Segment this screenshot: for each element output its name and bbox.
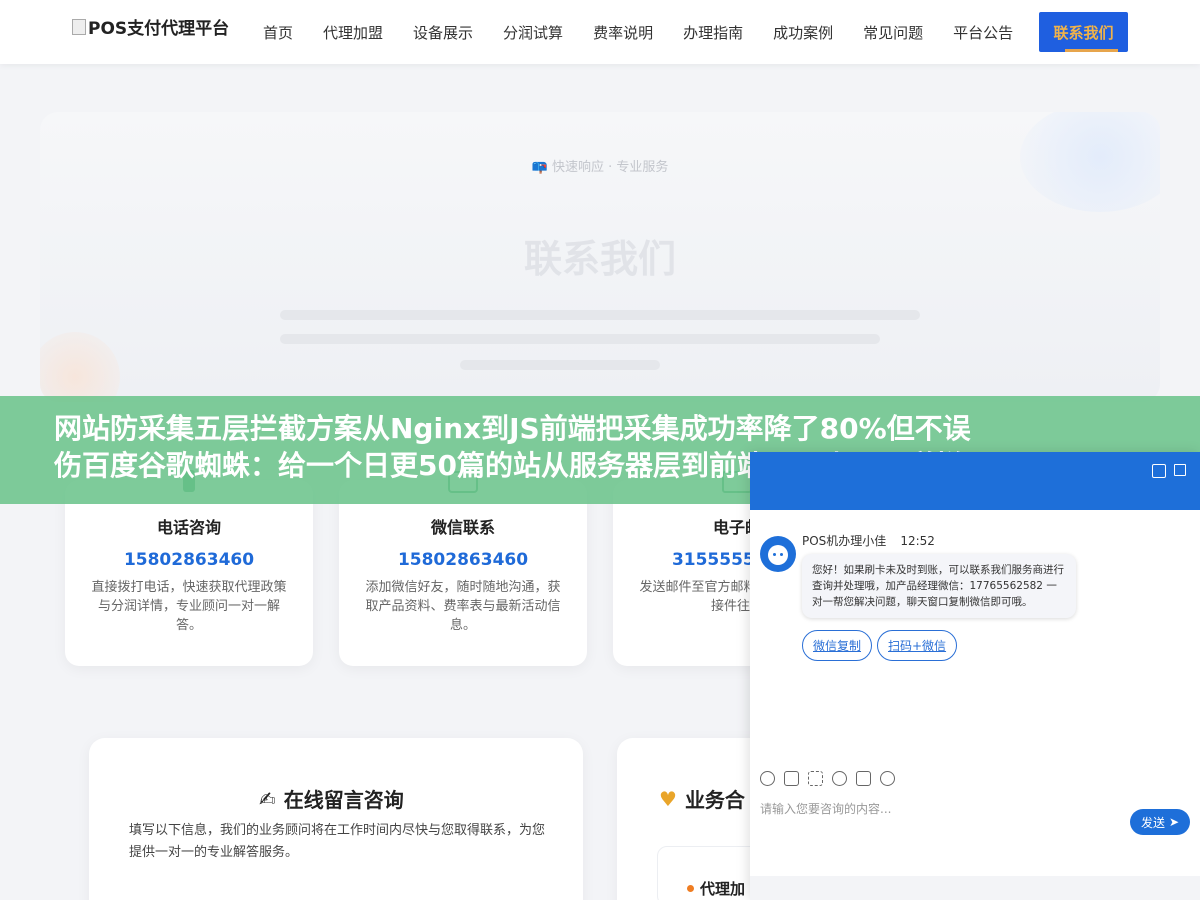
chat-widget: POS机办理小佳 12:52 您好！如果刷卡未及时到账，可以联系我们服务商进行查询… [750, 452, 1200, 900]
scan-wechat-button[interactable]: 扫码+微信 [877, 630, 958, 661]
contact-us-button[interactable]: 联系我们 [1039, 12, 1128, 52]
avatar-eye [780, 553, 783, 556]
send-button[interactable]: 发送 ➤ [1130, 809, 1190, 835]
card-desc: 添加微信好友，随时随地沟通，获取产品资料、费率表与最新活动信息。 [365, 580, 561, 633]
site-logo[interactable]: POS支付代理平台 [72, 14, 229, 39]
chat-input[interactable] [760, 797, 1120, 821]
card-desc: 直接拨打电话，快速获取代理政策与分润详情，专业顾问一对一解答。 [91, 580, 287, 633]
nav-item-guide[interactable]: 办理指南 [668, 22, 758, 43]
image-icon[interactable] [784, 771, 799, 786]
chat-toolbar [760, 771, 895, 786]
hero-subtitle-line [280, 310, 920, 320]
nav-item-agent[interactable]: 代理加盟 [308, 22, 398, 43]
contact-card-wechat: 微信联系 15802863460 添加微信好友，随时随地沟通，获取产品资料、费率… [339, 471, 587, 666]
chat-agent-name: POS机办理小佳 12:52 [802, 532, 935, 549]
wechat-number[interactable]: 15802863460 [339, 550, 587, 570]
avatar-eye [773, 553, 776, 556]
message-time: 12:52 [900, 534, 935, 548]
nav-item-faq[interactable]: 常见问题 [848, 22, 938, 43]
emoji-icon[interactable] [760, 771, 775, 786]
maximize-icon[interactable] [1174, 464, 1186, 476]
mailbox-icon: 📪 [531, 160, 548, 175]
business-sub-label: 代理加 [687, 878, 745, 899]
main-nav: 首页 代理加盟 设备展示 分润试算 费率说明 办理指南 成功案例 常见问题 平台… [248, 0, 1028, 64]
site-header: POS支付代理平台 首页 代理加盟 设备展示 分润试算 费率说明 办理指南 成功… [0, 0, 1200, 64]
message-panel-desc: 填写以下信息，我们的业务顾问将在工作时间内尽快与您取得联系，为您提供一对一的专业… [129, 823, 546, 860]
chat-header [750, 452, 1200, 510]
business-sub-text: 代理加 [700, 880, 746, 898]
send-label: 发送 [1140, 815, 1165, 830]
nav-item-rates[interactable]: 费率说明 [578, 22, 668, 43]
nav-item-profit-calc[interactable]: 分润试算 [488, 22, 578, 43]
message-panel-title: ✍ 在线留言咨询 [259, 784, 404, 813]
hero-tag: 📪 快速响应 · 专业服务 [40, 156, 1160, 175]
nav-item-devices[interactable]: 设备展示 [398, 22, 488, 43]
message-title-text: 在线留言咨询 [283, 788, 404, 812]
nav-item-notice[interactable]: 平台公告 [938, 22, 1028, 43]
phone-number[interactable]: 15802863460 [65, 550, 313, 570]
business-title-text: 业务合 [684, 788, 745, 812]
handshake-icon: ♥ [659, 786, 677, 811]
send-arrow-icon: ➤ [1168, 815, 1180, 829]
chat-footer [750, 876, 1200, 900]
banner-title-line-1: 网站防采集五层拦截方案从Nginx到JS前端把采集成功率降了80%但不误 [54, 412, 971, 445]
nav-item-cases[interactable]: 成功案例 [758, 22, 848, 43]
writing-hand-icon: ✍ [259, 786, 276, 811]
chat-message-bubble: 您好！如果刷卡未及时到账，可以联系我们服务商进行查询并处理哦，加产品经理微信：1… [802, 554, 1076, 618]
bullet-icon [687, 885, 694, 892]
contact-card-phone: 电话咨询 15802863460 直接拨打电话，快速获取代理政策与分润详情，专业… [65, 470, 313, 666]
agent-name-text: POS机办理小佳 [802, 534, 887, 548]
business-panel-title: ♥ 业务合 [659, 784, 745, 813]
hero-tag-text: 快速响应 · 专业服务 [551, 160, 669, 175]
history-icon[interactable] [880, 771, 895, 786]
mute-icon[interactable] [856, 771, 871, 786]
copy-wechat-button[interactable]: 微信复制 [802, 630, 873, 661]
decorative-blob [40, 332, 120, 402]
card-title: 电话咨询 [156, 518, 221, 537]
minimize-icon[interactable] [1152, 464, 1166, 478]
message-panel: ✍ 在线留言咨询 填写以下信息，我们的业务顾问将在工作时间内尽快与您取得联系，为… [89, 738, 583, 900]
hero-subtitle-line [460, 360, 660, 370]
hero-section: 📪 快速响应 · 专业服务 联系我们 [40, 112, 1160, 402]
nav-item-home[interactable]: 首页 [248, 22, 308, 43]
screenshot-icon[interactable] [808, 771, 823, 786]
avatar-face [768, 545, 788, 565]
broken-image-icon [72, 18, 86, 35]
agent-avatar [760, 536, 796, 572]
hero-subtitle-line [280, 334, 880, 344]
logo-text: POS支付代理平台 [88, 19, 230, 39]
page-title: 联系我们 [523, 237, 676, 281]
card-title: 微信联系 [430, 518, 495, 537]
rating-icon[interactable] [832, 771, 847, 786]
